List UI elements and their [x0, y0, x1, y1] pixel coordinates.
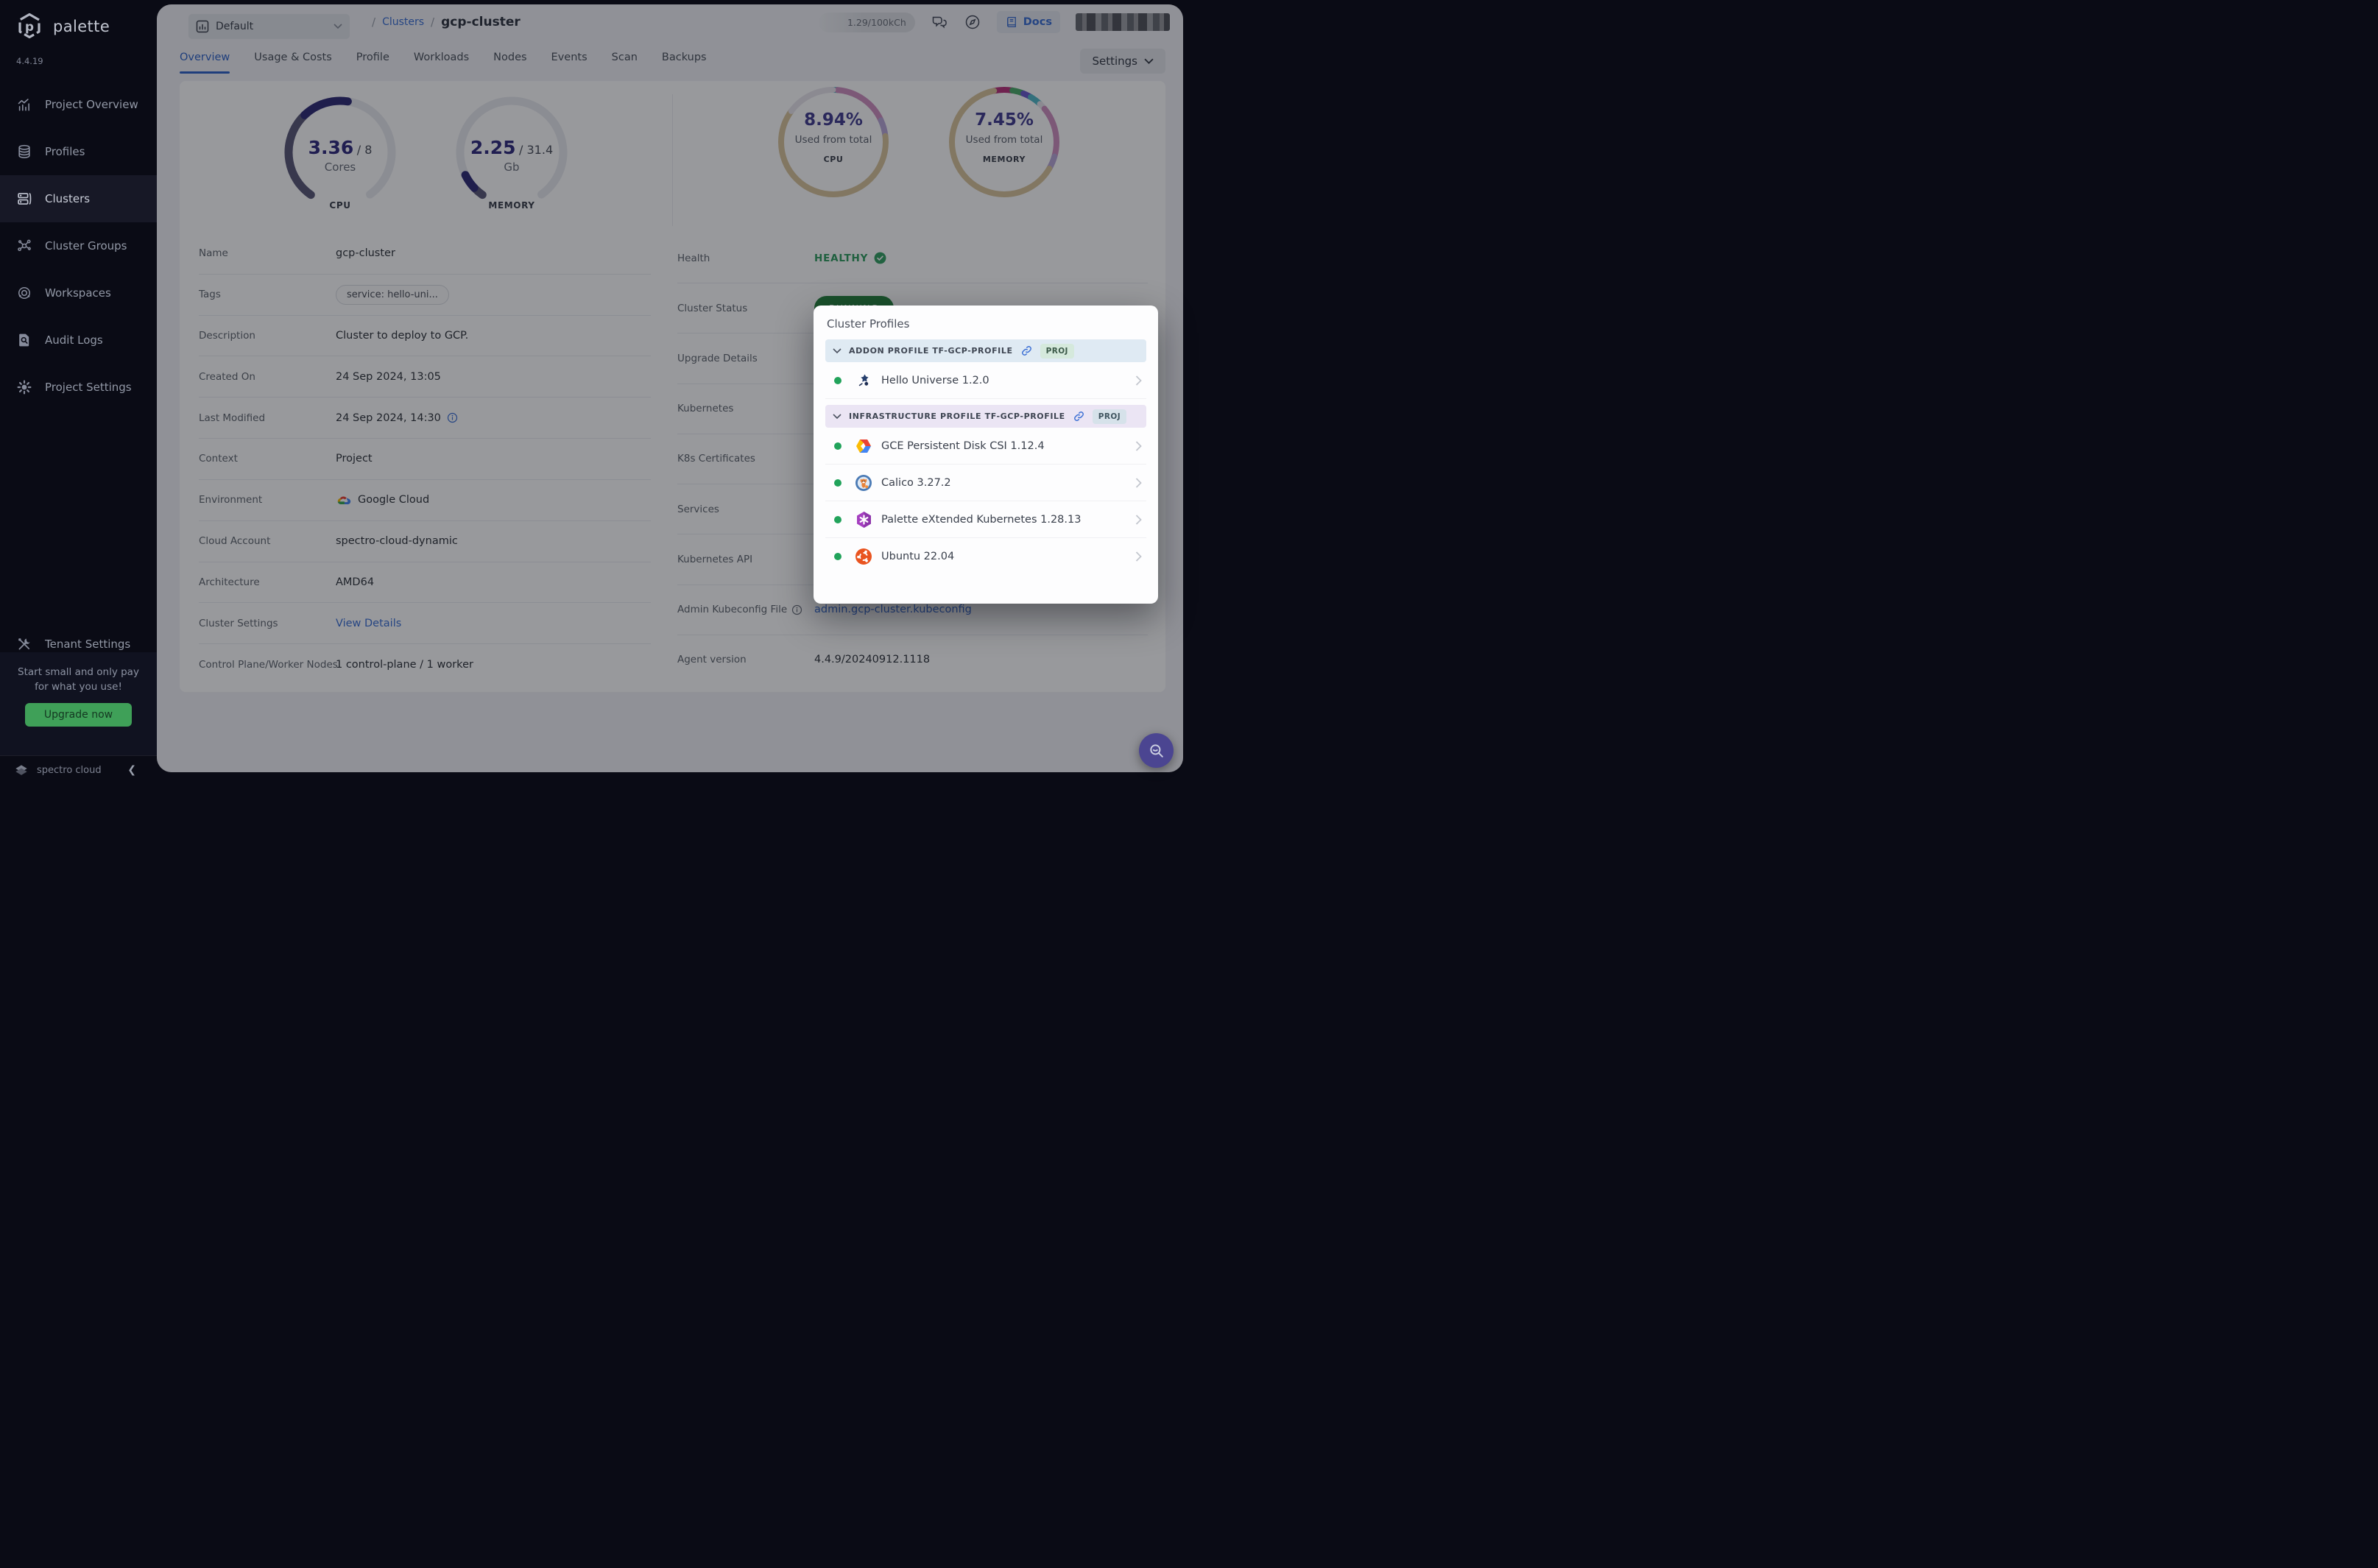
sidebar-footer: spectro cloud ❮: [0, 755, 157, 784]
profiles-icon: [16, 144, 32, 160]
chevron-right-icon: [1135, 478, 1142, 488]
link-icon[interactable]: [1020, 345, 1033, 357]
footer-brand: spectro cloud: [37, 765, 102, 776]
sidebar-item-profiles[interactable]: Profiles: [0, 128, 157, 175]
svg-text:p: p: [25, 20, 34, 35]
search-fab-button[interactable]: [1139, 733, 1174, 768]
promo-text: Start small and only payfor what you use…: [0, 665, 157, 694]
chevron-right-icon: [1135, 441, 1142, 451]
calico-icon: [855, 474, 872, 492]
app-version: 4.4.19: [16, 56, 43, 66]
brand-name: palette: [53, 18, 110, 35]
sidebar-item-project-settings[interactable]: Project Settings: [0, 364, 157, 411]
chevron-right-icon: [1135, 551, 1142, 562]
profile-section-header-infra: INFRASTRUCTURE PROFILE TF-GCP-PROFILEPRO…: [825, 405, 1146, 428]
status-dot: [834, 516, 842, 523]
hello-universe-icon: [855, 372, 872, 389]
collapse-sidebar-icon[interactable]: ❮: [127, 764, 136, 776]
profile-pack-row-hello-universe[interactable]: Hello Universe 1.2.0: [825, 362, 1146, 399]
chevron-right-icon: [1135, 515, 1142, 525]
profile-section-header-addon: ADDON PROFILE TF-GCP-PROFILEPROJ: [825, 339, 1146, 362]
project-overview-icon: [16, 96, 32, 113]
chevron-down-icon[interactable]: [833, 414, 842, 420]
sidebar-item-workspaces[interactable]: Workspaces: [0, 269, 157, 317]
cluster-profiles-popup: Cluster Profiles ADDON PROFILE TF-GCP-PR…: [814, 306, 1158, 604]
chevron-down-icon[interactable]: [833, 348, 842, 354]
upgrade-promo: Start small and only payfor what you use…: [0, 652, 157, 755]
sidebar-item-audit-logs[interactable]: Audit Logs: [0, 317, 157, 364]
status-dot: [834, 442, 842, 450]
sidebar: p palette 4.4.19 Project OverviewProfile…: [0, 0, 157, 784]
audit-logs-icon: [16, 332, 32, 348]
profile-pack-row-calico[interactable]: Calico 3.27.2: [825, 465, 1146, 501]
spectro-cloud-icon: [13, 762, 29, 778]
workspaces-icon: [16, 285, 32, 301]
sidebar-item-project-overview[interactable]: Project Overview: [0, 81, 157, 128]
sidebar-item-clusters[interactable]: Clusters: [0, 175, 157, 222]
proj-badge: PROJ: [1040, 344, 1074, 359]
proj-badge: PROJ: [1093, 409, 1126, 424]
profile-pack-row-pxk[interactable]: Palette eXtended Kubernetes 1.28.13: [825, 501, 1146, 538]
pxk-icon: [855, 511, 872, 529]
upgrade-now-button[interactable]: Upgrade now: [25, 703, 132, 727]
chevron-right-icon: [1135, 375, 1142, 386]
sidebar-item-cluster-groups[interactable]: Cluster Groups: [0, 222, 157, 269]
palette-logo: p palette: [15, 12, 110, 41]
link-icon[interactable]: [1073, 410, 1085, 423]
gce-icon: [855, 437, 872, 455]
tools-icon: [16, 636, 32, 652]
sidebar-nav: Project OverviewProfilesClustersCluster …: [0, 81, 157, 411]
ubuntu-icon: [855, 548, 872, 565]
status-dot: [834, 377, 842, 384]
palette-logo-icon: p: [15, 12, 44, 41]
profile-pack-row-gce[interactable]: GCE Persistent Disk CSI 1.12.4: [825, 428, 1146, 465]
status-dot: [834, 553, 842, 560]
cluster-groups-icon: [16, 238, 32, 254]
status-dot: [834, 479, 842, 487]
project-settings-icon: [16, 379, 32, 395]
search-smile-icon: [1147, 741, 1166, 760]
clusters-icon: [16, 191, 32, 207]
popup-title: Cluster Profiles: [827, 317, 1146, 331]
profile-pack-row-ubuntu[interactable]: Ubuntu 22.04: [825, 538, 1146, 574]
